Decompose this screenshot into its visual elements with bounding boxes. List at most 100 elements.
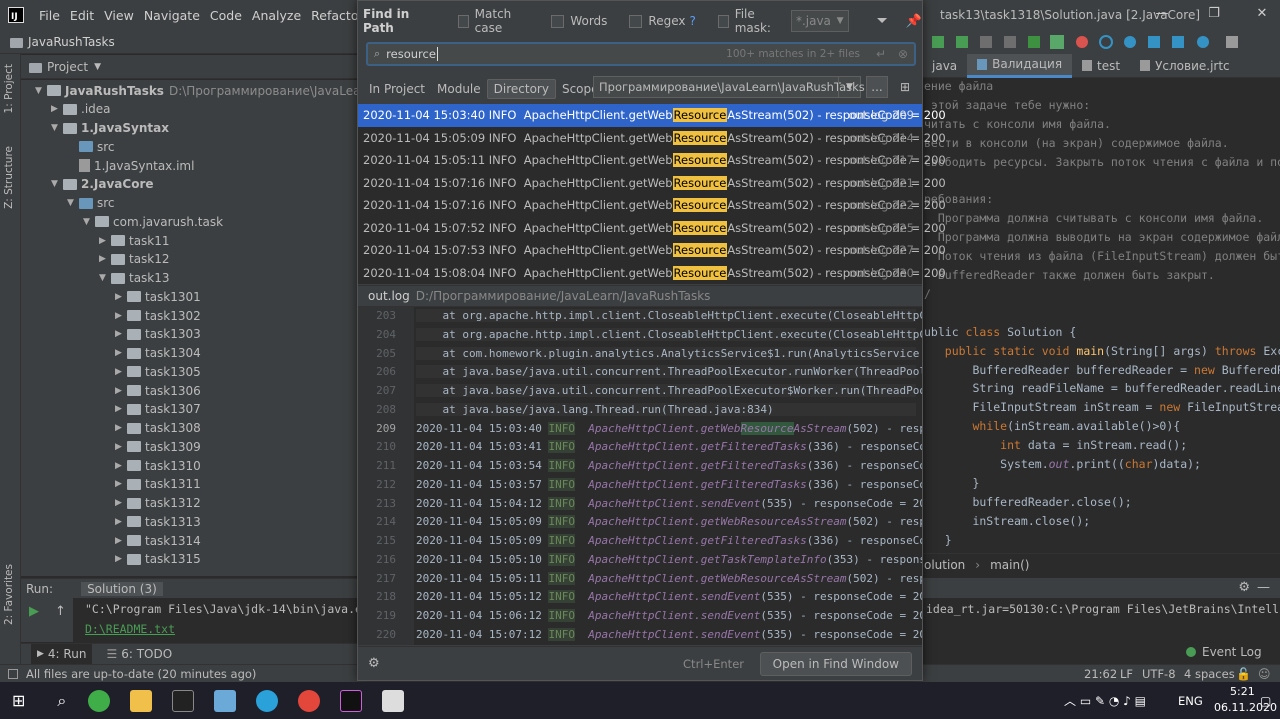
chevron-down-icon[interactable]: ▼ bbox=[51, 123, 63, 133]
chevron-right-icon[interactable]: ▶ bbox=[115, 554, 127, 564]
notes-icon[interactable] bbox=[214, 689, 237, 712]
hide-icon[interactable]: — bbox=[1257, 580, 1270, 595]
search-icon[interactable]: ⌕ bbox=[57, 691, 66, 711]
tree-node[interactable]: ▶ task1306 bbox=[115, 381, 201, 400]
minimize-icon[interactable]: — bbox=[1152, 6, 1172, 21]
result-row[interactable]: 2020-11-04 15:07:16 INFO ApacheHttpClien… bbox=[358, 172, 946, 195]
chevron-right-icon[interactable]: ▶ bbox=[115, 292, 127, 302]
chevron-down-icon[interactable]: ▼ bbox=[67, 198, 79, 208]
chevron-right-icon[interactable]: ▶ bbox=[115, 461, 127, 471]
line-separator[interactable]: LF bbox=[1120, 667, 1133, 681]
code-editor[interactable]: ение файла этой задаче тебе нужно: читать… bbox=[922, 78, 1280, 550]
favorites-tool-tab[interactable]: 2: Favorites bbox=[3, 564, 15, 625]
regex-help-link[interactable]: ? bbox=[690, 14, 696, 28]
regex-checkbox[interactable]: Regex? bbox=[629, 14, 696, 28]
recursive-directory-icon[interactable]: ⊞ bbox=[894, 76, 916, 98]
tree-node[interactable]: ▶ task1301 bbox=[115, 287, 201, 306]
result-row[interactable]: 2020-11-04 15:07:16 INFO ApacheHttpClien… bbox=[358, 194, 946, 217]
result-row[interactable]: 2020-11-04 15:03:40 INFO ApacheHttpClien… bbox=[358, 104, 946, 127]
chevron-right-icon[interactable]: ▶ bbox=[115, 329, 127, 339]
new-line-icon[interactable]: ↵ bbox=[876, 47, 886, 61]
menu-code[interactable]: Code bbox=[205, 8, 247, 23]
tree-node[interactable]: ▶ task1307 bbox=[115, 400, 201, 419]
match-case-checkbox[interactable]: Match case bbox=[457, 7, 530, 35]
windows-start-icon[interactable]: ⊞ bbox=[12, 691, 25, 710]
project-view-selector[interactable]: Project bbox=[47, 60, 88, 74]
terminal-icon[interactable] bbox=[172, 689, 195, 712]
tree-node[interactable]: ▼ JavaRushTasks D:\Программирование\JavaLe… bbox=[35, 81, 360, 100]
chevron-down-icon[interactable]: ▼ bbox=[83, 217, 95, 227]
event-log-tab[interactable]: Event Log bbox=[1186, 645, 1262, 659]
run-tool-tab[interactable]: ▶ 4: Run bbox=[31, 643, 93, 665]
chevron-right-icon[interactable]: ▶ bbox=[115, 536, 127, 546]
tree-node[interactable]: ▶ task1313 bbox=[115, 512, 201, 531]
tree-node[interactable]: ▼ src bbox=[67, 194, 115, 213]
chevron-right-icon[interactable]: ▶ bbox=[115, 311, 127, 321]
chevron-right-icon[interactable]: ▶ bbox=[115, 386, 127, 396]
editor-tab[interactable]: Условие.jrtc bbox=[1130, 54, 1240, 78]
chevron-down-icon[interactable]: ▼ bbox=[99, 273, 111, 283]
chevron-right-icon[interactable]: ▶ bbox=[115, 367, 127, 377]
photos-icon[interactable] bbox=[382, 689, 405, 712]
input-language[interactable]: ENG bbox=[1178, 694, 1203, 708]
tree-node[interactable]: ▶ task1315 bbox=[115, 550, 201, 569]
tree-node[interactable]: ▶ task1310 bbox=[115, 456, 201, 475]
tree-node[interactable]: src bbox=[67, 137, 115, 156]
result-row[interactable]: 2020-11-04 15:05:09 INFO ApacheHttpClien… bbox=[358, 127, 946, 150]
editor-tab[interactable]: java bbox=[922, 54, 967, 78]
toolbar-icons[interactable] bbox=[922, 30, 1280, 54]
words-checkbox[interactable]: Words bbox=[551, 14, 607, 28]
structure-tool-tab[interactable]: Z: Structure bbox=[3, 146, 15, 209]
breadcrumb-method[interactable]: main() bbox=[990, 558, 1029, 572]
caret-position[interactable]: 21:62 bbox=[1084, 667, 1117, 681]
editor-tab[interactable]: Валидация bbox=[967, 53, 1073, 78]
file-encoding[interactable]: UTF-8 bbox=[1142, 667, 1176, 681]
tree-node[interactable]: ▶ task1309 bbox=[115, 437, 201, 456]
intellij-icon[interactable] bbox=[340, 689, 363, 712]
chevron-down-icon[interactable]: ▼ bbox=[94, 62, 101, 72]
open-in-find-window-button[interactable]: Open in Find Window bbox=[759, 652, 912, 676]
tree-node[interactable]: ▼ task13 bbox=[99, 269, 170, 288]
tree-node[interactable]: 1.JavaSyntax.iml bbox=[67, 156, 194, 175]
chevron-right-icon[interactable]: ▶ bbox=[115, 423, 127, 433]
menu-navigate[interactable]: Navigate bbox=[139, 8, 205, 23]
pin-icon[interactable]: 📌 bbox=[906, 14, 922, 29]
file-mask-select[interactable]: *.java ▼ bbox=[790, 10, 849, 32]
tree-node[interactable]: ▼ com.javarush.task bbox=[83, 212, 223, 231]
menu-analyze[interactable]: Analyze bbox=[247, 8, 306, 23]
chevron-right-icon[interactable]: ▶ bbox=[115, 348, 127, 358]
chevron-right-icon[interactable]: ▶ bbox=[115, 517, 127, 527]
close-icon[interactable]: ✕ bbox=[1252, 6, 1272, 21]
telegram-icon[interactable] bbox=[256, 689, 279, 712]
console-link[interactable]: D:\README.txt bbox=[85, 622, 175, 636]
result-row[interactable]: 2020-11-04 15:07:53 INFO ApacheHttpClien… bbox=[358, 239, 946, 262]
chevron-down-icon[interactable]: ▼ bbox=[35, 86, 47, 96]
tree-node[interactable]: ▶ task1311 bbox=[115, 475, 201, 494]
run-console-right[interactable]: idea_rt.jar=50130:C:\Program Files\JetBr… bbox=[922, 598, 1280, 642]
tree-node[interactable]: ▼ 2.JavaCore bbox=[51, 175, 154, 194]
gear-icon[interactable]: ⚙ bbox=[368, 656, 380, 671]
editor-tab[interactable]: test bbox=[1072, 54, 1130, 78]
indent-setting[interactable]: 4 spaces bbox=[1184, 667, 1235, 681]
menu-edit[interactable]: Edit bbox=[65, 8, 99, 23]
chrome-icon[interactable] bbox=[298, 689, 321, 712]
browse-directory-button[interactable]: ... bbox=[866, 76, 888, 98]
tree-node[interactable]: ▼ 1.JavaSyntax bbox=[51, 119, 169, 138]
run-tab-solution[interactable]: Solution (3) bbox=[81, 581, 163, 596]
rerun-icon[interactable]: ▶ bbox=[29, 604, 39, 619]
menu-file[interactable]: File bbox=[34, 8, 65, 23]
chevron-right-icon[interactable]: ▶ bbox=[51, 104, 63, 114]
preview-pane[interactable]: 203 204 205 206 207 208 209 210 211 212 213 214 215 2… bbox=[358, 307, 922, 645]
todo-tool-tab[interactable]: ☰ 6: TODO bbox=[106, 647, 172, 661]
notifications-icon[interactable]: ▢ bbox=[1260, 694, 1271, 708]
clear-icon[interactable]: ⊗ bbox=[898, 47, 908, 61]
chevron-right-icon[interactable]: ▶ bbox=[115, 479, 127, 489]
chevron-right-icon[interactable]: ▶ bbox=[99, 254, 111, 264]
tree-node[interactable]: ▶ task11 bbox=[99, 231, 170, 250]
breadcrumb-class[interactable]: olution bbox=[924, 558, 965, 572]
gear-icon[interactable]: ⚙ bbox=[1238, 580, 1250, 595]
chevron-down-icon[interactable]: ▼ bbox=[838, 77, 860, 97]
tree-node[interactable]: ▶ task1304 bbox=[115, 344, 201, 363]
tree-node[interactable]: ▶ task1308 bbox=[115, 419, 201, 438]
clock-time[interactable]: 5:21 bbox=[1230, 685, 1255, 698]
